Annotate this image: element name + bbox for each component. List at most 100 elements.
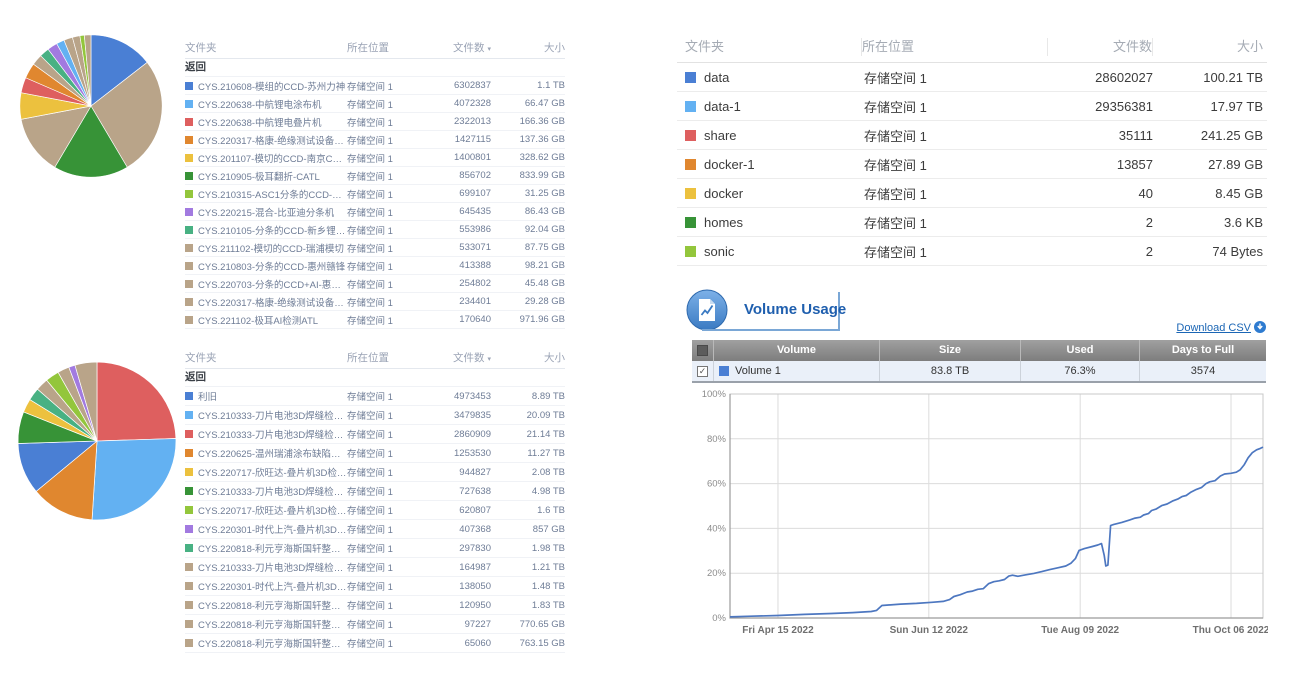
table-row[interactable]: 利旧存储空间 149734538.89 TB — [185, 387, 565, 406]
column-days-to-full[interactable]: Days to Full — [1140, 340, 1266, 361]
column-files[interactable]: 文件数 — [1048, 38, 1153, 56]
table-row[interactable]: CYS.220638-中航锂电涂布机存储空间 1407232866.47 GB — [185, 95, 565, 113]
column-size[interactable]: 大小 — [1153, 38, 1267, 56]
table-row[interactable]: CYS.220818-利元亨海斯国轩整线-面板激光焊接-...存储空间 1972… — [185, 615, 565, 634]
folder-name: CYS.220638-中航锂电涂布机 — [198, 97, 322, 111]
table-row[interactable]: CYS.210333-刀片电池3D焊缝检测-坪山存储空间 17276384.98… — [185, 482, 565, 501]
folder-color-chip — [185, 525, 193, 533]
folder-color-chip — [185, 154, 193, 162]
folder-size: 763.15 GB — [491, 638, 565, 649]
column-folder[interactable]: 文件夹 — [677, 38, 862, 56]
select-all-checkbox[interactable] — [697, 345, 708, 356]
folder-name-cell: CYS.220215-混合-比亚迪分条机 — [185, 205, 347, 219]
folder-size: 17.97 TB — [1153, 99, 1267, 114]
folder-name-cell: data-1 — [677, 99, 864, 114]
table-row[interactable]: CYS.210803-分条的CCD-惠州赣锋存储空间 141338898.21 … — [185, 257, 565, 275]
table-row[interactable]: CYS.220301-时代上汽-叠片机3D检测-2D存储空间 11380501.… — [185, 577, 565, 596]
table-row[interactable]: share存储空间 135111241.25 GB — [677, 121, 1267, 150]
column-folder[interactable]: 文件夹 — [185, 350, 347, 365]
folder-size: 27.89 GB — [1153, 157, 1267, 172]
download-icon[interactable] — [1254, 321, 1266, 336]
folder-name: CYS.210315-ASC1分条的CCD-ATL分条机 — [198, 187, 347, 201]
table-row[interactable]: homes存储空间 123.6 KB — [677, 208, 1267, 237]
folder-name-cell: docker — [677, 186, 864, 201]
column-files[interactable]: 文件数▾ — [425, 350, 491, 365]
table-row[interactable]: CYS.220215-混合-比亚迪分条机存储空间 164543586.43 GB — [185, 203, 565, 221]
table-row[interactable]: CYS.210608-模组的CCD-苏州力神存储空间 163028371.1 T… — [185, 77, 565, 95]
folder-name: data — [704, 70, 729, 85]
folder-color-chip — [185, 487, 193, 495]
column-used[interactable]: Used — [1021, 340, 1140, 361]
volume-row[interactable]: ✓ Volume 1 83.8 TB 76.3% 3574 — [692, 361, 1266, 383]
table-row[interactable]: sonic存储空间 1274 Bytes — [677, 237, 1267, 266]
folder-location: 存储空间 1 — [864, 213, 1049, 232]
table-row[interactable]: CYS.220703-分条的CCD+AI-惠州锂威存储空间 125480245.… — [185, 275, 565, 293]
table-row[interactable]: CYS.220317-格康-绝缘测试设备一体机/缺陷检测存储空间 1142711… — [185, 131, 565, 149]
column-files-label: 文件数 — [453, 42, 485, 54]
folder-size: 770.65 GB — [491, 619, 565, 630]
plot-border — [730, 394, 1263, 618]
table-row[interactable]: CYS.210105-分条的CCD-新乡锂威（三期）存储空间 155398692… — [185, 221, 565, 239]
folder-name-cell: homes — [677, 215, 864, 230]
table-row[interactable]: CYS.220301-时代上汽-叠片机3D检测-3D存储空间 140736885… — [185, 520, 565, 539]
table-row[interactable]: docker-1存储空间 11385727.89 GB — [677, 150, 1267, 179]
column-files[interactable]: 文件数▾ — [425, 40, 491, 55]
table-row[interactable]: CYS.220625-温州瑞浦涂布缺陷检测存储空间 1125353011.27 … — [185, 444, 565, 463]
folder-name: CYS.220717-欣旺达-叠片机3D检测-3D — [198, 465, 347, 479]
column-volume[interactable]: Volume — [714, 340, 880, 361]
folder-location: 存储空间 1 — [347, 97, 425, 111]
table-row[interactable]: CYS.220818-利元亨海斯国轩整线-顶盖焊-2D存储空间 11209501… — [185, 596, 565, 615]
folder-color-chip — [185, 82, 193, 90]
table-row[interactable]: CYS.210333-刀片电池3D焊缝检测-重庆存储空间 11649871.21… — [185, 558, 565, 577]
back-link[interactable]: 返回 — [185, 369, 565, 387]
download-csv-link[interactable]: Download CSV — [1176, 322, 1251, 334]
table-row[interactable]: data-1存储空间 12935638117.97 TB — [677, 92, 1267, 121]
folder-file-count: 28602027 — [1049, 70, 1153, 85]
table-row[interactable]: CYS.210315-ASC1分条的CCD-ATL分条机存储空间 1699107… — [185, 185, 565, 203]
folder-name: CYS.210333-刀片电池3D焊缝检测-重庆 — [198, 560, 347, 574]
table-row[interactable]: CYS.220638-中航锂电叠片机存储空间 12322013166.36 GB — [185, 113, 565, 131]
folder-file-count: 407368 — [425, 524, 491, 535]
folder-name: CYS.220818-利元亨海斯国轩整线-顶盖焊-3D — [198, 541, 347, 555]
table-row[interactable]: CYS.220818-利元亨海斯国轩整线-顶盖焊-3D存储空间 12978301… — [185, 539, 565, 558]
table-row[interactable]: docker存储空间 1408.45 GB — [677, 179, 1267, 208]
column-location[interactable]: 所在位置 — [347, 40, 425, 55]
folder-location: 存储空间 1 — [347, 277, 425, 291]
column-folder[interactable]: 文件夹 — [185, 40, 347, 55]
back-link[interactable]: 返回 — [185, 59, 565, 77]
folder-location: 存储空间 1 — [347, 522, 425, 536]
table-row[interactable]: CYS.221102-极耳AI检测ATL存储空间 1170640971.96 G… — [185, 311, 565, 329]
select-all-checkbox-cell[interactable] — [692, 340, 714, 361]
table-row[interactable]: CYS.201107-模切的CCD-南京CATL存储空间 11400801328… — [185, 149, 565, 167]
row-checkbox-cell[interactable]: ✓ — [692, 361, 714, 381]
column-location[interactable]: 所在位置 — [862, 38, 1048, 56]
folder-location: 存储空间 1 — [864, 242, 1049, 261]
folder-file-count: 2 — [1049, 244, 1153, 259]
row-checkbox[interactable]: ✓ — [697, 366, 708, 377]
folder-color-chip — [185, 582, 193, 590]
folder-name: CYS.220703-分条的CCD+AI-惠州锂威 — [198, 277, 347, 291]
folder-name: data-1 — [704, 99, 741, 114]
table-row[interactable]: CYS.220818-利元亨海斯国轩整线-密封钉存储空间 165060763.1… — [185, 634, 565, 653]
column-size[interactable]: 大小 — [491, 40, 565, 55]
y-axis-tick-label: 0% — [712, 613, 726, 624]
table-row[interactable]: CYS.211102-模切的CCD-瑞浦模切存储空间 153307187.75 … — [185, 239, 565, 257]
folder-name: CYS.210333-刀片电池3D焊缝检测-宁乡 — [198, 427, 347, 441]
table-row[interactable]: CYS.220717-欣旺达-叠片机3D检测-3D存储空间 19448272.0… — [185, 463, 565, 482]
table-row[interactable]: CYS.220317-格康-绝缘测试设备一体机/定位存储空间 123440129… — [185, 293, 565, 311]
table-row[interactable]: CYS.210333-刀片电池3D焊缝检测-宁乡存储空间 1286090921.… — [185, 425, 565, 444]
folder-file-count: 138050 — [425, 581, 491, 592]
column-location[interactable]: 所在位置 — [347, 350, 425, 365]
folder-file-count: 170640 — [425, 314, 491, 325]
folder-file-count: 2322013 — [425, 116, 491, 127]
table-row[interactable]: CYS.210333-刀片电池3D焊缝检测-无为-2期存储空间 13479835… — [185, 406, 565, 425]
folder-color-chip — [185, 226, 193, 234]
column-size[interactable]: 大小 — [491, 350, 565, 365]
table-row[interactable]: CYS.220717-欣旺达-叠片机3D检测-2D存储空间 16208071.6… — [185, 501, 565, 520]
column-size[interactable]: Size — [880, 340, 1021, 361]
table-row[interactable]: data存储空间 128602027100.21 TB — [677, 63, 1267, 92]
table-row[interactable]: CYS.210905-极耳翻折-CATL存储空间 1856702833.99 G… — [185, 167, 565, 185]
axis — [730, 394, 1263, 618]
folder-file-count: 4973453 — [425, 391, 491, 402]
folder-location: 存储空间 1 — [347, 636, 425, 650]
